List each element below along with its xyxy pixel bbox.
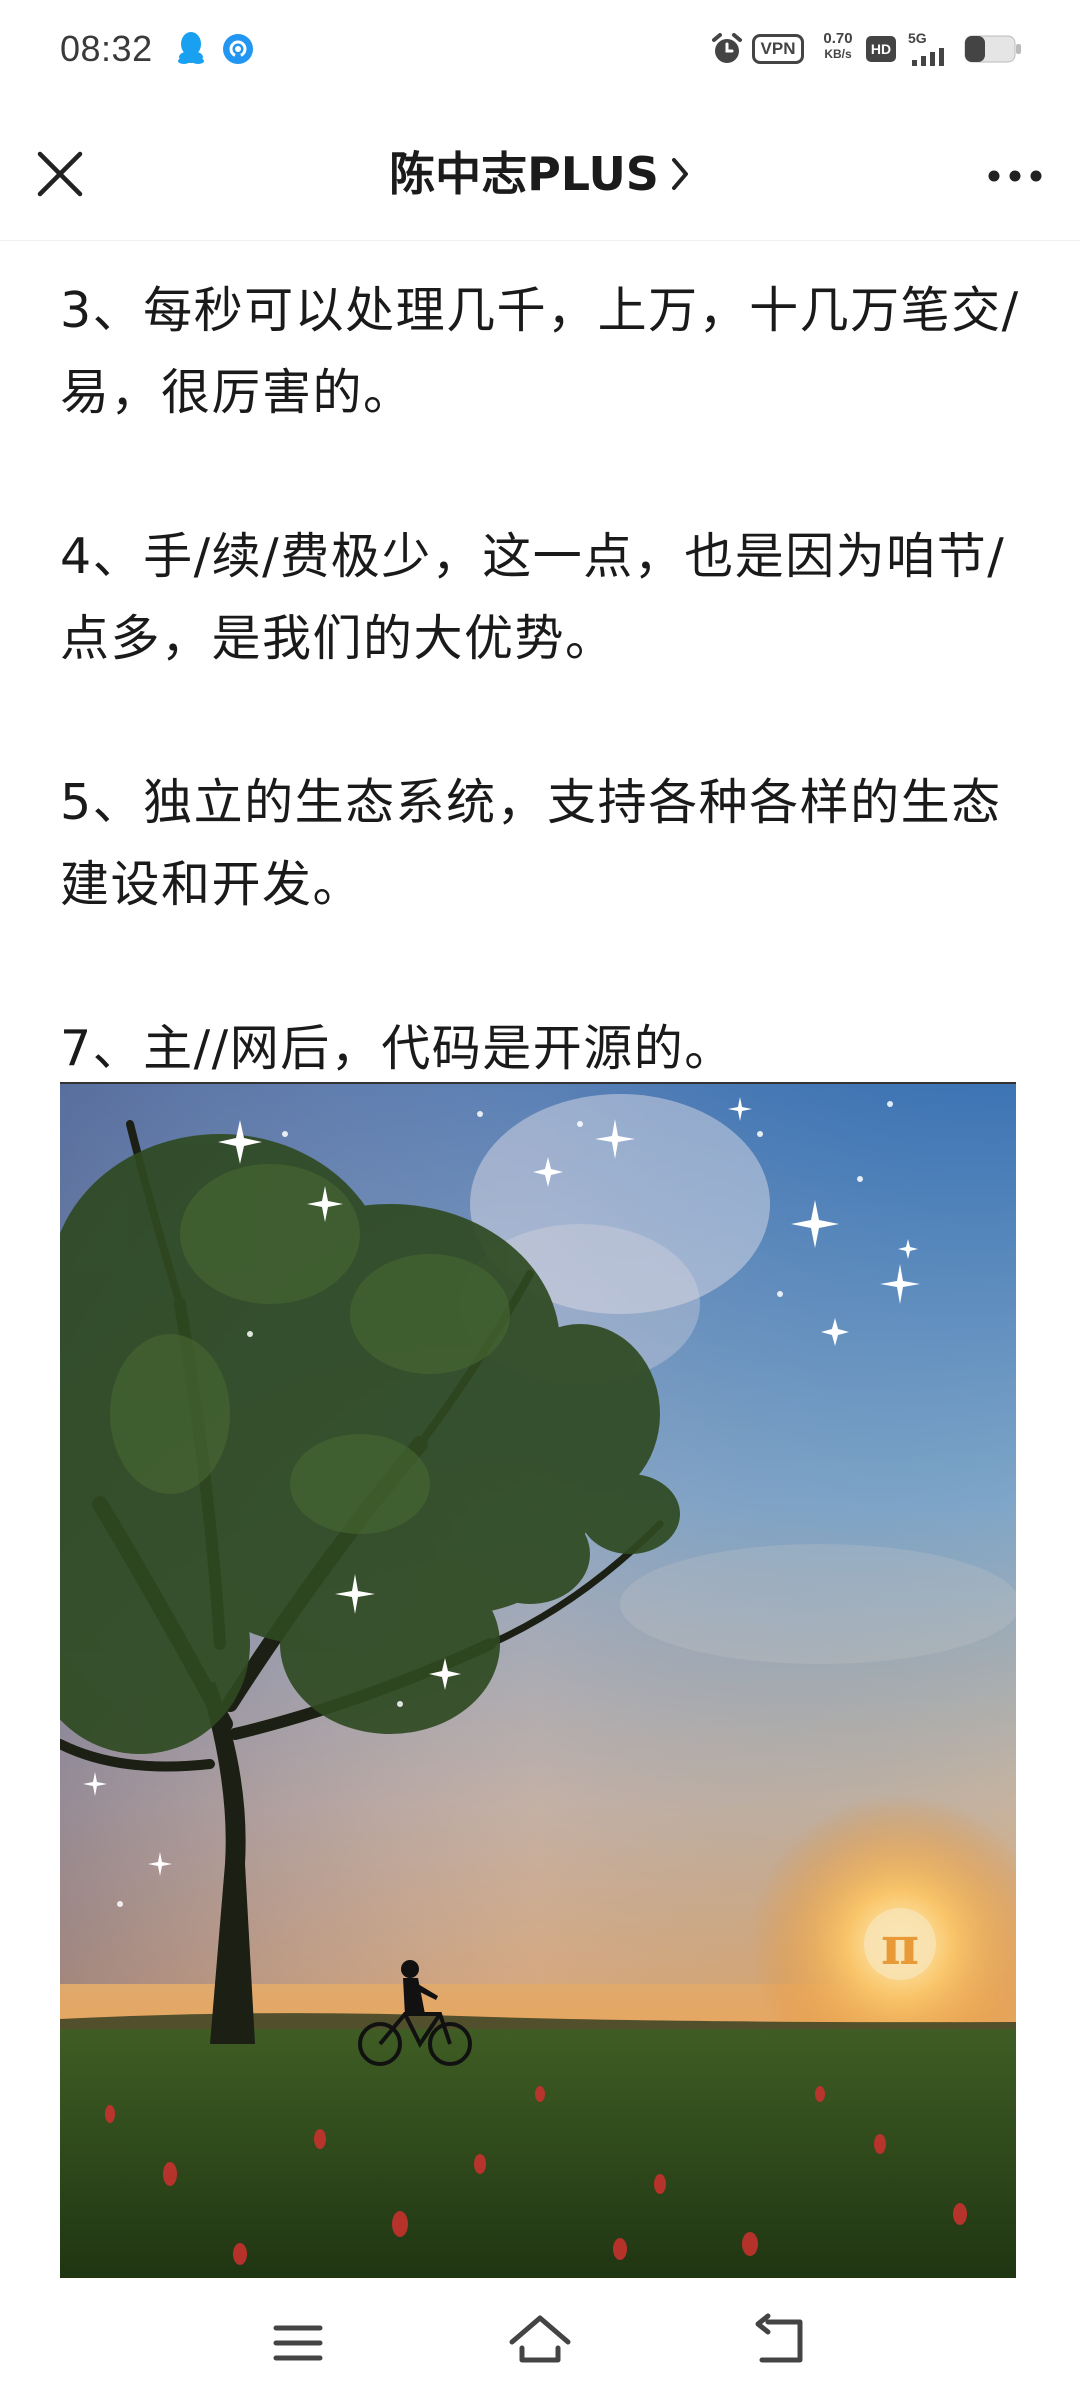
network-type: 5G xyxy=(908,30,927,46)
system-nav-bar xyxy=(0,2278,1080,2408)
back-icon[interactable] xyxy=(740,2308,820,2378)
home-icon[interactable] xyxy=(500,2308,580,2378)
hd-icon: HD xyxy=(866,36,896,62)
article-paragraph: 3、每秒可以处理几千，上万，十几万笔交/易，很厉害的。 xyxy=(60,282,1020,421)
account-name: 陈中志PLUS xyxy=(389,147,659,201)
more-icon[interactable] xyxy=(980,148,1050,204)
alarm-icon xyxy=(712,33,742,63)
account-title[interactable]: 陈中志PLUS xyxy=(389,144,691,204)
article-paragraph: 5、独立的生态系统，支持各种各样的生态建设和开发。 xyxy=(60,774,1002,913)
close-icon[interactable] xyxy=(30,144,90,204)
top-app-bar: 陈中志PLUS xyxy=(0,120,1080,241)
chevron-right-icon xyxy=(671,157,688,190)
status-time: 08:32 xyxy=(60,28,153,69)
screen: 08:32 VPN 0.70 KB/s HD 5G 陈中志PLUS 3、每秒可以… xyxy=(0,0,1080,2408)
5g-signal-icon xyxy=(912,48,944,66)
vpn-badge: VPN xyxy=(752,34,804,64)
pi-logo: π xyxy=(881,1916,919,1977)
article-image[interactable]: π xyxy=(60,1082,1016,2280)
status-bar: 08:32 VPN 0.70 KB/s HD 5G xyxy=(0,0,1080,100)
menu-icon[interactable] xyxy=(258,2308,338,2378)
speed-value: 0.70 xyxy=(823,30,853,47)
speed-unit: KB/s xyxy=(824,47,852,61)
qq-icon xyxy=(178,32,204,64)
browser-icon xyxy=(223,34,253,64)
article-paragraph: 4、手/续/费极少，这一点，也是因为咱节/点多，是我们的大优势。 xyxy=(60,528,1006,667)
header-title-container: 陈中志PLUS xyxy=(0,144,1080,204)
battery-icon xyxy=(964,35,1021,63)
landscape-photo: π xyxy=(60,1084,1016,2280)
network-speed: 0.70 KB/s xyxy=(816,30,860,61)
article-paragraph: 7、主//网后，代码是开源的。 xyxy=(60,1020,735,1077)
article-body: 3、每秒可以处理几千，上万，十几万笔交/易，很厉害的。 4、手/续/费极少，这一… xyxy=(60,270,1020,1090)
